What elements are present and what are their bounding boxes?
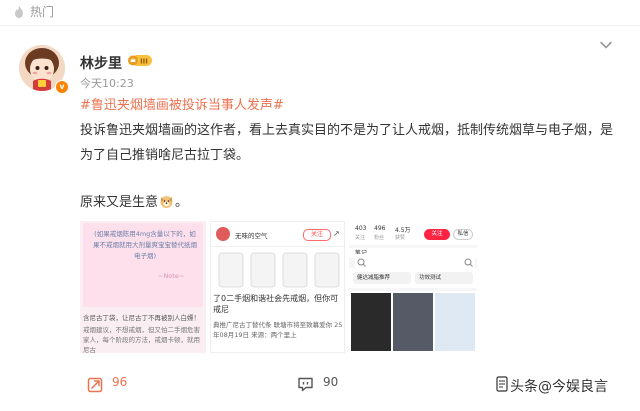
image2-title: 了0二手烟和谐社会先戒烟，但你可戒尼 xyxy=(213,294,339,314)
image2-follow: 关注 xyxy=(303,229,331,241)
username[interactable]: 林步里 xyxy=(80,53,122,73)
hashtag-link[interactable]: #鲁迅夹烟墙画被投诉当事人发声# xyxy=(80,94,284,113)
hot-label: 热门 xyxy=(30,5,55,19)
image2-sub: 典推广尼古丁替代条 联塘市将至致幕爱你 25年08月19日 来源：两个里上 xyxy=(213,321,343,339)
image2-account: 无味的空气 xyxy=(235,232,268,240)
image3-stat-num-2: 4.5万 xyxy=(395,227,411,234)
image2-avatar xyxy=(216,227,230,241)
note-card: (如果戒烟陈用4mg含量以下的，如果不戒烟就用大剂量爽宝宝替代纸烟电子烟) ~N… xyxy=(83,223,203,307)
image3-message: 私信 xyxy=(453,229,473,240)
note-text: (如果戒烟陈用4mg含量以下的，如果不戒烟就用大剂量爽宝宝替代纸烟电子烟) xyxy=(93,230,197,260)
image3-stat-num-1: 496 xyxy=(374,225,386,232)
image3-card-1: 健达减脂推荐 xyxy=(353,272,411,284)
image3-grid xyxy=(349,291,477,353)
image3-stat-num-0: 403 xyxy=(355,225,367,232)
comment-count[interactable]: 90 xyxy=(323,375,338,389)
vip-level-text: III xyxy=(140,57,148,65)
image3-photo-2 xyxy=(393,293,433,351)
image3-stat-label-0: 关注 xyxy=(355,235,366,241)
image3-stat-label-2: 获赞 xyxy=(395,235,406,241)
image2-phone-mock xyxy=(218,252,340,288)
image1-caption-title: 含尼古丁袋，让尼古丁不再被别人白嫖！ xyxy=(83,314,200,322)
image3-follow: 关注 xyxy=(424,229,450,240)
post-content-line2: 原来又是生意 。 xyxy=(80,191,188,210)
image3-card-2: 功效测试 xyxy=(415,272,473,284)
share-arrow-icon: ↗ xyxy=(333,229,340,238)
post-timestamp[interactable]: 今天10:23 xyxy=(80,75,134,91)
image3-cards: 健达减脂推荐 功效测试 xyxy=(349,268,477,288)
top-bar: 热门 xyxy=(0,0,640,26)
image3-search-icons xyxy=(357,258,473,267)
hot-flame-icon xyxy=(15,6,23,18)
toutiao-logo-icon xyxy=(496,376,508,392)
post-image-2[interactable]: 无味的空气 关注 ↗ 了0二手烟和谐社会先戒烟，但你可戒尼 典推广尼古丁替代条 … xyxy=(210,221,345,353)
chevron-down-icon[interactable] xyxy=(598,38,614,52)
share-icon[interactable] xyxy=(87,376,104,393)
comment-icon[interactable] xyxy=(297,376,314,392)
image2-header: 无味的空气 关注 ↗ xyxy=(211,222,344,247)
image1-caption-sub: 戒烟建议，不想戒烟，但又怕二手烟危害家人，每个阶段的方法，戒烟卡顿，就用尼古 xyxy=(83,326,200,353)
content-line2-end: 。 xyxy=(175,195,189,210)
image2-photo xyxy=(211,247,344,292)
post-image-3[interactable]: 403 关注 496 粉丝 4.5万 获赞 关注 私信 笔记 健达减脂推荐 功效… xyxy=(349,221,477,353)
content-line2-text: 原来又是生意 xyxy=(80,195,159,210)
share-count[interactable]: 96 xyxy=(112,375,127,389)
dog-emoji-icon xyxy=(160,196,173,208)
note-signature: ~Note~ xyxy=(158,272,185,280)
watermark-text: 头条@今娱良言 xyxy=(510,379,608,395)
vip-crown-icon: III xyxy=(128,55,152,66)
image3-stat-label-1: 粉丝 xyxy=(374,235,385,241)
verified-badge: v xyxy=(55,80,69,94)
image3-header: 403 关注 496 粉丝 4.5万 获赞 关注 私信 xyxy=(349,221,477,245)
image3-photo-1 xyxy=(351,293,391,351)
post-content: 投诉鲁迅夹烟墙画的这作者，看上去真实目的不是为了让人戒烟，抵制传统烟草与电子烟，… xyxy=(80,123,614,163)
image3-photo-3 xyxy=(435,293,475,351)
header-divider xyxy=(0,25,640,26)
post-image-1[interactable]: (如果戒烟陈用4mg含量以下的，如果不戒烟就用大剂量爽宝宝替代纸烟电子烟) ~N… xyxy=(80,221,206,353)
image3-search xyxy=(355,254,475,268)
image1-caption: 含尼古丁袋，让尼古丁不再被别人白嫖！ 戒烟建议，不想戒烟，但又怕二手烟危害家人，… xyxy=(83,313,205,353)
